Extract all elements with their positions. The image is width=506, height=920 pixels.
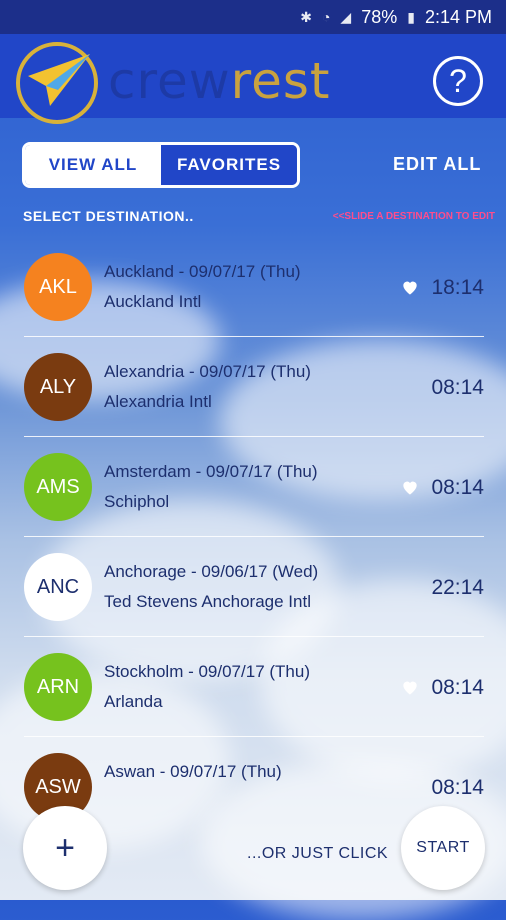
plane-logo-icon bbox=[16, 42, 98, 124]
airport-code-badge: ARN bbox=[24, 653, 92, 721]
airport-code-badge: AKL bbox=[24, 253, 92, 321]
city-date: Stockholm - 09/07/17 (Thu) bbox=[104, 662, 310, 681]
wifi-icon: ◔ bbox=[321, 9, 331, 25]
local-time: 08:14 bbox=[431, 676, 484, 699]
local-time: 22:14 bbox=[431, 576, 484, 599]
local-time: 18:14 bbox=[431, 276, 484, 299]
select-destination-label: SELECT DESTINATION.. bbox=[23, 208, 194, 224]
bluetooth-icon: ✱ bbox=[300, 8, 312, 25]
app-title: crewrest bbox=[108, 52, 330, 110]
tab-view-all[interactable]: VIEW ALL bbox=[25, 145, 161, 185]
destination-row[interactable]: ARN Stockholm - 09/07/17 (Thu) Arlanda 0… bbox=[0, 637, 506, 737]
local-time: 08:14 bbox=[431, 476, 484, 499]
local-time: 08:14 bbox=[431, 376, 484, 399]
app-header: crewrest ? bbox=[0, 34, 506, 124]
status-bar: ✱ ◔ ◢ 78% ▮ 2:14 PM bbox=[0, 0, 506, 34]
destination-row[interactable]: ANC Anchorage - 09/06/17 (Wed) Ted Steve… bbox=[0, 537, 506, 637]
status-time: 2:14 PM bbox=[424, 6, 492, 27]
airport-code-badge: ANC bbox=[24, 553, 92, 621]
city-date: Amsterdam - 09/07/17 (Thu) bbox=[104, 462, 318, 481]
city-date: Alexandria - 09/07/17 (Thu) bbox=[104, 362, 311, 381]
slide-hint-text: <<SLIDE A DESTINATION TO EDIT bbox=[332, 211, 495, 222]
just-click-hint: ...OR JUST CLICK bbox=[247, 845, 389, 862]
city-date: Auckland - 09/07/17 (Thu) bbox=[104, 262, 301, 281]
airport-name: Auckland Intl bbox=[104, 292, 202, 311]
start-button[interactable]: START bbox=[401, 806, 485, 890]
heart-icon[interactable] bbox=[400, 677, 420, 697]
local-time: 08:14 bbox=[431, 776, 484, 799]
signal-icon: ◢ bbox=[340, 8, 352, 25]
add-destination-button[interactable]: + bbox=[23, 806, 107, 890]
destination-row[interactable]: ALY Alexandria - 09/07/17 (Thu) Alexandr… bbox=[0, 337, 506, 437]
airport-name: Ted Stevens Anchorage Intl bbox=[104, 592, 311, 611]
battery-percent: 78% bbox=[361, 6, 398, 27]
help-button[interactable]: ? bbox=[433, 56, 483, 106]
heart-icon[interactable] bbox=[400, 477, 420, 497]
app-title-rest: rest bbox=[230, 52, 331, 110]
edit-all-button[interactable]: EDIT ALL bbox=[393, 154, 481, 175]
heart-icon[interactable] bbox=[400, 277, 420, 297]
destination-row[interactable]: AKL Auckland - 09/07/17 (Thu) Auckland I… bbox=[0, 237, 506, 337]
destination-row[interactable]: AMS Amsterdam - 09/07/17 (Thu) Schiphol … bbox=[0, 437, 506, 537]
app-title-crew: crew bbox=[108, 52, 231, 110]
airport-name: Alexandria Intl bbox=[104, 392, 212, 411]
airport-name: Schiphol bbox=[104, 492, 170, 511]
airport-code-badge: AMS bbox=[24, 453, 92, 521]
view-toggle: VIEW ALL FAVORITES bbox=[22, 142, 300, 188]
destination-list: AKL Auckland - 09/07/17 (Thu) Auckland I… bbox=[0, 237, 506, 837]
city-date: Aswan - 09/07/17 (Thu) bbox=[104, 762, 282, 781]
battery-icon: ▮ bbox=[407, 8, 415, 25]
airport-name: Arlanda bbox=[104, 692, 163, 711]
airport-code-badge: ALY bbox=[24, 353, 92, 421]
city-date: Anchorage - 09/06/17 (Wed) bbox=[104, 562, 319, 581]
tab-favorites[interactable]: FAVORITES bbox=[161, 145, 297, 185]
